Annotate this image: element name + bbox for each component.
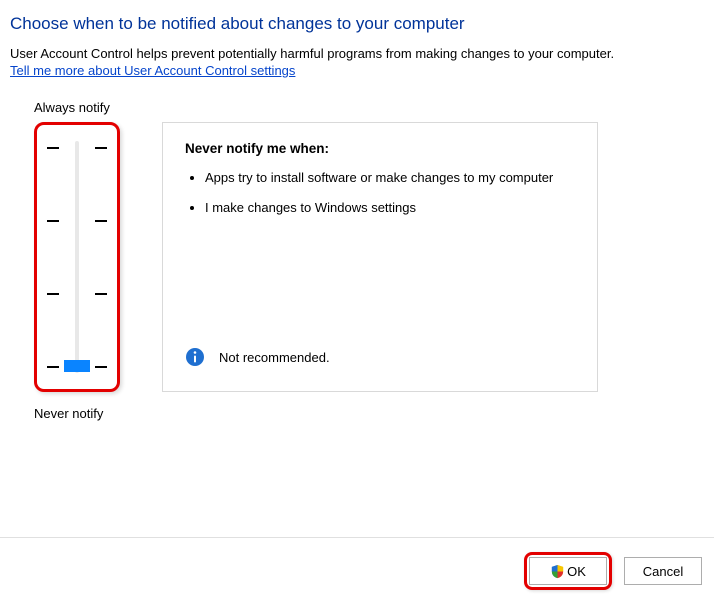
ok-button[interactable]: OK (529, 557, 607, 585)
slider-thumb[interactable] (64, 360, 90, 372)
panel-heading: Never notify me when: (185, 141, 575, 156)
help-link[interactable]: Tell me more about User Account Control … (10, 63, 295, 78)
info-icon (185, 347, 205, 367)
notification-level-panel: Never notify me when: Apps try to instal… (162, 122, 598, 392)
panel-bullet: I make changes to Windows settings (205, 198, 575, 218)
panel-note-text: Not recommended. (219, 350, 330, 365)
panel-bullet: Apps try to install software or make cha… (205, 168, 575, 188)
cancel-button[interactable]: Cancel (624, 557, 702, 585)
button-bar: OK Cancel (0, 537, 714, 590)
panel-note-row: Not recommended. (185, 347, 330, 367)
slider-bottom-label: Never notify (34, 406, 103, 421)
notification-slider[interactable] (37, 125, 117, 389)
cancel-button-label: Cancel (643, 564, 683, 579)
page-title: Choose when to be notified about changes… (10, 14, 704, 34)
slider-top-label: Always notify (34, 100, 110, 115)
slider-highlight-frame (34, 122, 120, 392)
panel-bullet-list: Apps try to install software or make cha… (205, 168, 575, 217)
uac-description: User Account Control helps prevent poten… (10, 46, 704, 61)
ok-button-label: OK (567, 564, 586, 579)
shield-icon (550, 564, 565, 579)
ok-highlight-frame: OK (524, 552, 612, 590)
slider-track (75, 141, 79, 373)
